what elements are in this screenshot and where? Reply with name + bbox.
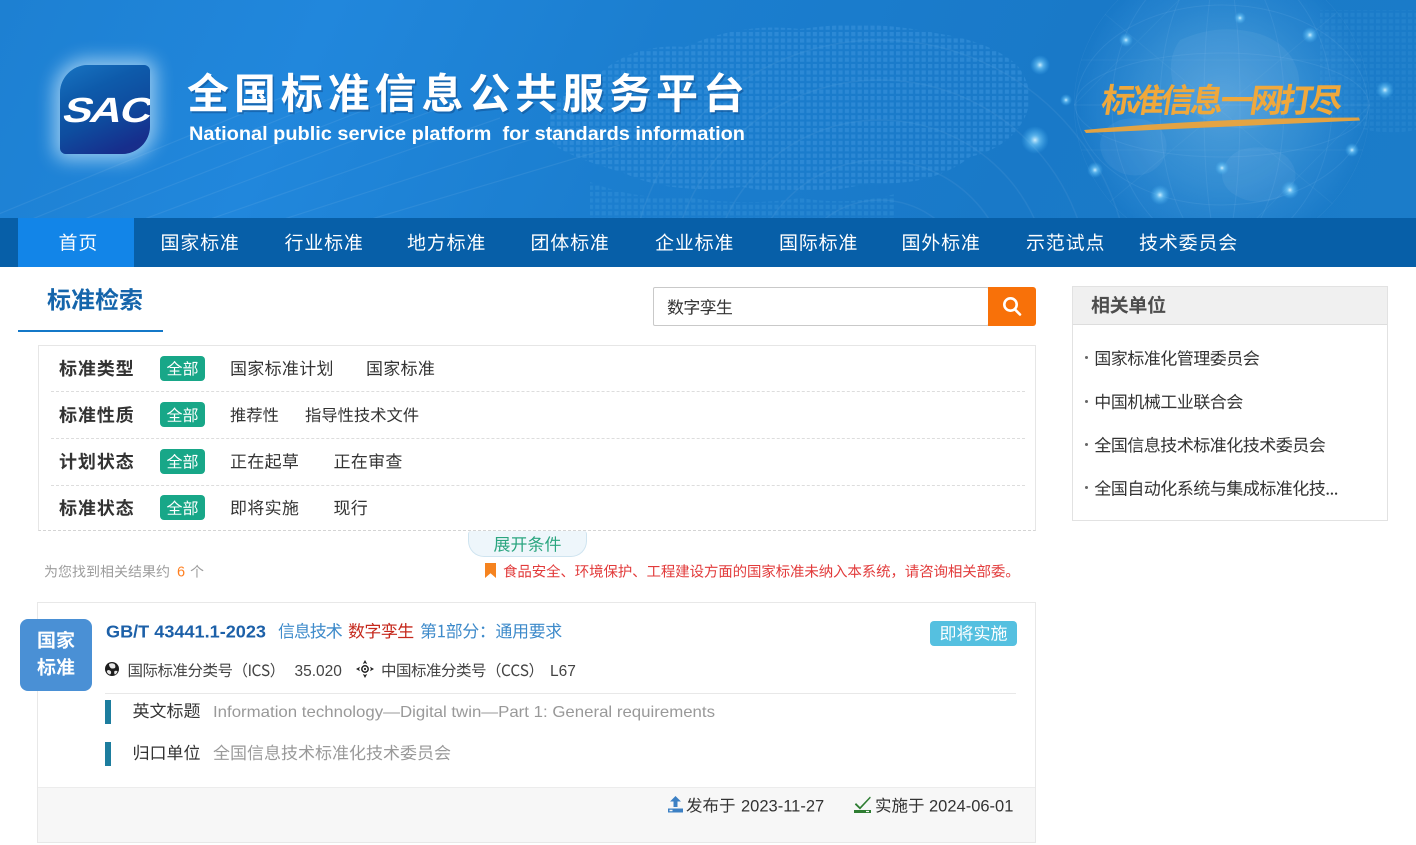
svg-text:6: 6 — [177, 565, 185, 581]
svg-text:2023-11-27: 2023-11-27 — [741, 798, 824, 816]
svg-text:GB/T 43441.1-2023: GB/T 43441.1-2023 — [106, 621, 266, 641]
svg-text:L67: L67 — [550, 663, 576, 680]
svg-text:35.020: 35.020 — [295, 663, 343, 680]
svg-text:2024-06-01: 2024-06-01 — [929, 798, 1013, 816]
svg-text:National public service platfo: National public service platform for sta… — [189, 123, 745, 145]
svg-text:Information technology—Digital: Information technology—Digital twin—Part… — [213, 704, 715, 721]
